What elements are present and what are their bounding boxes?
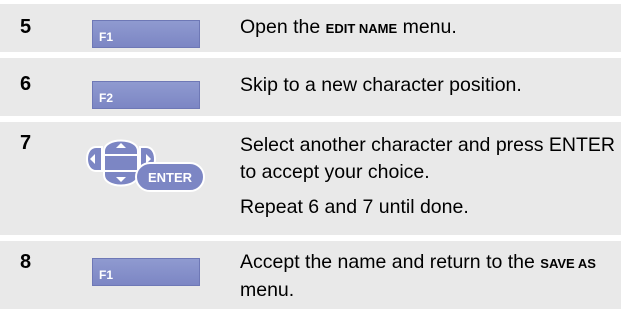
key-label: F1	[99, 268, 114, 282]
step-number: 8	[20, 251, 32, 273]
step-number: 5	[20, 16, 32, 38]
menu-name: SAVE AS	[540, 256, 596, 271]
step-row-8: 8 F1 Accept the name and return to the S…	[0, 241, 621, 309]
center-key[interactable]	[103, 154, 139, 172]
text-part: menu.	[397, 16, 457, 38]
enter-key-label: ENTER	[148, 170, 193, 185]
key-label: F2	[99, 91, 114, 105]
text-part: Open the	[240, 16, 326, 38]
menu-name: EDIT NAME	[325, 21, 398, 36]
step-text: Accept the name and return to the SAVE A…	[240, 249, 615, 304]
step-text: Skip to a new character position.	[240, 74, 522, 96]
step-number: 7	[20, 132, 32, 154]
step-note: Repeat 6 and 7 until done.	[240, 196, 469, 218]
text-part: menu.	[240, 279, 295, 301]
f1-key[interactable]: F1	[92, 258, 200, 286]
step-text: Open the EDIT NAME menu.	[240, 14, 615, 42]
step-row-6: 6 F2 Skip to a new character position.	[0, 58, 621, 116]
step-row-5: 5 F1 Open the EDIT NAME menu.	[0, 4, 621, 52]
f2-key[interactable]: F2	[92, 81, 200, 109]
navigation-pad[interactable]: ENTER	[82, 137, 214, 193]
key-label: F1	[99, 30, 114, 44]
text-part: Accept the name and return to the	[240, 251, 541, 273]
step-number: 6	[20, 73, 32, 95]
step-text: Select another character and press ENTER…	[240, 134, 616, 183]
f1-key[interactable]: F1	[92, 20, 200, 48]
